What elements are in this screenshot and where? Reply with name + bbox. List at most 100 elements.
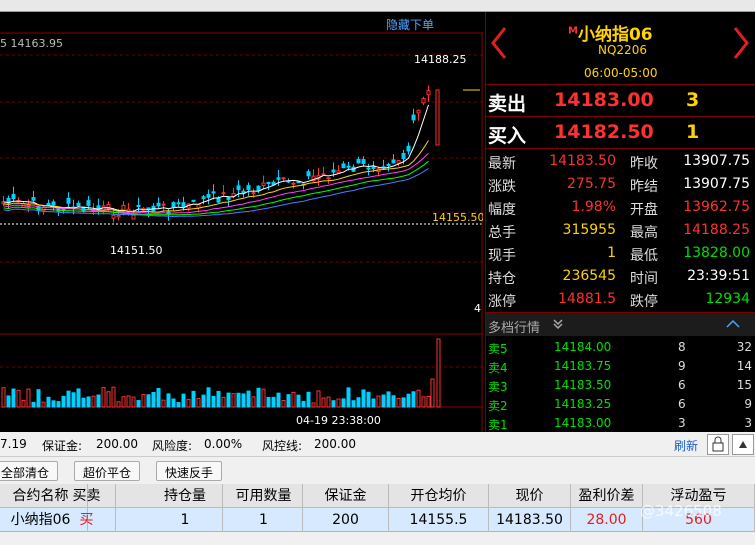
volume-bar	[241, 393, 246, 408]
close-all-button[interactable]: 全部清仓	[0, 461, 59, 481]
candle-body	[276, 177, 281, 180]
candle-body	[391, 159, 396, 164]
quote-label: 持仓	[488, 271, 516, 287]
column-header[interactable]: 买卖	[58, 484, 116, 508]
depth-row[interactable]: 卖5 14184.00 8 32	[486, 338, 755, 357]
quote-value: 12934	[705, 291, 750, 307]
depth-header[interactable]: 多档行情	[486, 312, 755, 336]
column-header[interactable]: 开仓均价	[389, 484, 489, 508]
volume-bar	[436, 338, 441, 408]
candle-body	[116, 215, 121, 218]
scroll-button[interactable]	[732, 434, 754, 455]
depth-label: 卖5	[488, 342, 508, 356]
depth-price: 14184.00	[554, 340, 612, 354]
candle-body	[346, 165, 351, 168]
next-symbol-icon[interactable]	[732, 26, 750, 60]
over-price-close-button[interactable]: 超价平仓	[74, 461, 141, 481]
ask-row[interactable]: 卖出 14183.00 3	[486, 85, 755, 117]
volume-bar	[271, 396, 276, 408]
symbol-header: M小纳指06 NQ2206 06:00-05:00	[486, 12, 755, 85]
column-header[interactable]: 保证金	[303, 484, 389, 508]
candle-body	[176, 202, 181, 205]
depth-row[interactable]: 卖1 14183.00 3 3	[486, 414, 755, 433]
volume-bar	[311, 402, 316, 408]
candlestick-chart[interactable]: 隐藏下单 5 14163.95 14188.25 14151.50 14155.…	[0, 12, 483, 432]
volume-bar	[171, 398, 176, 408]
volume-bar	[86, 396, 91, 408]
volume-bar	[11, 388, 16, 408]
volume-bar	[356, 397, 361, 408]
candle-body	[336, 170, 341, 174]
double-chevron-down-icon[interactable]	[552, 318, 564, 330]
table-cell: 14183.50	[489, 508, 571, 532]
depth-volume: 6	[678, 397, 686, 411]
candle-body	[406, 145, 411, 152]
candle-body	[111, 214, 116, 219]
column-header[interactable]: 持仓量	[148, 484, 223, 508]
quote-label: 昨收	[630, 156, 658, 172]
depth-count: 3	[744, 416, 752, 430]
candle-body	[411, 114, 416, 121]
volume-bar	[61, 395, 66, 408]
volume-bar	[376, 395, 381, 408]
volume-bar	[391, 395, 396, 408]
candle-body	[261, 182, 266, 187]
volume-bar	[211, 395, 216, 408]
volume-bar	[326, 396, 331, 408]
quote-row: 持仓 236545 时间 23:39:51	[486, 266, 755, 289]
table-cell: 1	[225, 508, 303, 532]
volume-bar	[256, 387, 261, 408]
volume-bar	[91, 395, 96, 408]
table-cell: 14155.5	[389, 508, 489, 532]
column-header[interactable]: 现价	[489, 484, 571, 508]
quote-label: 最新	[488, 156, 516, 172]
depth-row[interactable]: 卖2 14183.25 6 9	[486, 395, 755, 414]
depth-row[interactable]: 卖4 14183.75 9 14	[486, 357, 755, 376]
symbol-badge: M	[568, 25, 578, 37]
volume-bar	[181, 393, 186, 408]
quote-value: 14881.5	[558, 291, 616, 307]
candle-body	[191, 199, 196, 202]
volume-axis-label: 4	[474, 302, 481, 315]
quote-label: 最高	[630, 225, 658, 241]
depth-row[interactable]: 卖3 14183.50 6 15	[486, 376, 755, 395]
volume-bar	[31, 401, 36, 408]
hide-order-panel-link[interactable]: 隐藏下单	[386, 16, 434, 33]
candle-body	[396, 160, 401, 164]
candle-body	[321, 173, 326, 176]
prev-symbol-icon[interactable]	[490, 26, 508, 60]
quote-label: 涨停	[488, 294, 516, 310]
column-header[interactable]: 可用数量	[225, 484, 303, 508]
volume-bar	[396, 397, 401, 408]
candle-body	[76, 202, 81, 207]
volume-bar	[41, 401, 46, 408]
volume-bar	[351, 400, 356, 408]
candle-body	[51, 201, 56, 206]
quote-value: 1.98%	[571, 199, 616, 215]
volume-bar	[121, 396, 126, 408]
volume-bar	[361, 389, 366, 408]
volume-bar	[116, 401, 121, 408]
ref-price-label: 14155.50	[432, 211, 483, 224]
column-header[interactable]: 盈利价差	[571, 484, 643, 508]
depth-title: 多档行情	[488, 321, 541, 336]
candle-body	[136, 204, 141, 207]
candle-body	[131, 214, 136, 220]
candle-body	[256, 185, 261, 191]
quick-reverse-button[interactable]: 快速反手	[156, 461, 223, 481]
volume-bar	[206, 387, 211, 408]
ma-value-label: 5 14163.95	[0, 37, 63, 50]
volume-bar	[141, 394, 146, 408]
quote-value: 13828.00	[683, 245, 750, 261]
table-cell: 200	[303, 508, 389, 532]
lock-button[interactable]	[707, 434, 729, 455]
bid-row[interactable]: 买入 14182.50 1	[486, 117, 755, 149]
chevron-up-icon[interactable]	[726, 319, 740, 329]
table-cell: 28.00	[571, 508, 643, 532]
quote-value: 275.75	[567, 176, 616, 192]
margin-value: 200.00	[96, 437, 138, 451]
quote-row: 涨跌 275.75 昨结 13907.75	[486, 174, 755, 197]
volume-bar	[331, 400, 336, 408]
refresh-button[interactable]: 刷新	[674, 437, 698, 454]
bid-volume: 1	[686, 121, 700, 143]
